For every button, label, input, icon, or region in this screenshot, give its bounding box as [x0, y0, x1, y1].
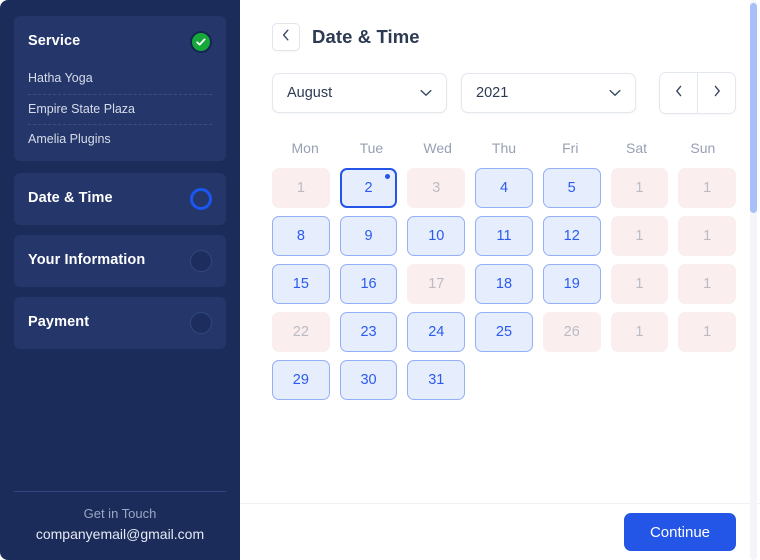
ring-icon: [190, 187, 212, 210]
calendar-day-empty: [611, 360, 669, 400]
main-footer: Continue: [240, 503, 760, 560]
calendar-day-available[interactable]: 8: [272, 216, 330, 256]
calendar-day-available[interactable]: 11: [475, 216, 533, 256]
sidebar-step-label: Payment: [28, 314, 90, 331]
sidebar-step-label: Your Information: [28, 252, 146, 269]
service-detail-item: Amelia Plugins: [28, 132, 111, 147]
chevron-left-icon: [675, 84, 683, 102]
calendar-day-disabled: 1: [610, 312, 669, 352]
weekday-label: Sat: [626, 140, 648, 156]
vertical-scrollbar-thumb[interactable]: [750, 3, 757, 213]
weekday-label: Fri: [562, 140, 579, 156]
calendar-day-available[interactable]: 19: [542, 264, 601, 304]
calendar-weekday-header: Mon Tue Wed Thu Fri Sat Sun: [272, 140, 736, 156]
calendar-day-disabled: 3: [407, 168, 466, 208]
calendar-day-available[interactable]: 15: [272, 264, 330, 304]
back-button[interactable]: [272, 23, 300, 51]
sidebar-step-label: Service: [28, 33, 81, 50]
calendar-day-disabled: 1: [678, 264, 736, 304]
calendar-day-disabled: 1: [610, 264, 669, 304]
sidebar-footer: Get in Touch companyemail@gmail.com: [14, 491, 226, 560]
weekday-label: Tue: [359, 140, 384, 156]
contact-email-link[interactable]: companyemail@gmail.com: [14, 526, 226, 542]
main-panel: Date & Time August 2021 Mon Tue Wed Thu …: [240, 0, 760, 560]
chevron-right-icon: [713, 84, 721, 102]
calendar-day-empty: [543, 360, 601, 400]
calendar-day-grid: 1 2 3 4 5 1 1 8 9 10 11 12 1 1 15 16 17 18 19 1 1 22 23 24 25 26 1…: [272, 168, 736, 400]
chevron-down-icon: [609, 84, 621, 102]
calendar-day-disabled: 17: [407, 264, 466, 304]
sidebar-step-your-information[interactable]: Your Information: [14, 234, 226, 287]
calendar-day-available[interactable]: 16: [339, 264, 398, 304]
month-nav-group: [659, 72, 736, 114]
previous-month-button[interactable]: [660, 73, 697, 113]
calendar-day-available[interactable]: 30: [339, 360, 398, 400]
booking-wizard: Service Hatha Yoga Empire State Plaza Am…: [0, 0, 760, 560]
step-header: Payment: [28, 309, 212, 337]
calendar-day-available[interactable]: 29: [272, 360, 330, 400]
sidebar-step-service[interactable]: Service Hatha Yoga Empire State Plaza Am…: [14, 16, 226, 161]
vertical-scrollbar-track[interactable]: [750, 0, 757, 560]
circle-icon: [190, 249, 212, 272]
step-header: Your Information: [28, 247, 212, 275]
circle-icon: [190, 311, 212, 334]
sidebar-step-date-time[interactable]: Date & Time: [14, 172, 226, 225]
get-in-touch-label: Get in Touch: [83, 506, 157, 521]
year-select-value: 2021: [476, 85, 509, 101]
calendar-day-available[interactable]: 23: [339, 312, 398, 352]
calendar-day-available[interactable]: 10: [407, 216, 466, 256]
calendar-day-available[interactable]: 9: [339, 216, 398, 256]
calendar-day-available[interactable]: 31: [407, 360, 466, 400]
main-body: August 2021 Mon Tue Wed Thu Fri Sat Sun …: [240, 58, 760, 503]
sidebar: Service Hatha Yoga Empire State Plaza Am…: [0, 0, 240, 560]
chevron-left-icon: [282, 28, 290, 46]
month-select[interactable]: August: [272, 73, 447, 113]
calendar-day-disabled: 22: [272, 312, 330, 352]
calendar-day-disabled: 1: [678, 168, 736, 208]
calendar-day-available[interactable]: 12: [542, 216, 601, 256]
calendar-day-disabled: 1: [678, 216, 736, 256]
service-detail-item: Hatha Yoga: [28, 64, 212, 95]
weekday-label: Thu: [491, 140, 517, 156]
availability-dot-icon: [385, 174, 391, 179]
calendar-day-available[interactable]: 18: [475, 264, 533, 304]
month-select-value: August: [287, 85, 333, 101]
year-select[interactable]: 2021: [461, 73, 636, 113]
calendar-day-disabled: 1: [272, 168, 330, 208]
calendar-day-selected[interactable]: 2: [339, 168, 398, 208]
main-header: Date & Time: [240, 0, 760, 58]
calendar-day-empty: [475, 360, 533, 400]
page-title: Date & Time: [312, 26, 420, 47]
calendar-day-disabled: 1: [610, 168, 669, 208]
chevron-down-icon: [420, 84, 432, 102]
weekday-label: Wed: [423, 140, 452, 156]
calendar-controls: August 2021: [272, 72, 736, 114]
calendar-day-available[interactable]: 4: [475, 168, 533, 208]
calendar-day-disabled: 1: [678, 312, 736, 352]
continue-button[interactable]: Continue: [623, 513, 736, 551]
step-header: Date & Time: [28, 185, 212, 213]
check-circle-icon: [190, 31, 212, 53]
calendar-day-disabled: 26: [542, 312, 601, 352]
service-detail-list: Hatha Yoga Empire State Plaza Amelia Plu…: [28, 64, 212, 151]
sidebar-step-payment[interactable]: Payment: [14, 296, 226, 349]
step-header: Service: [28, 28, 212, 56]
weekday-label: Mon: [291, 140, 319, 156]
calendar-day-available[interactable]: 24: [407, 312, 466, 352]
calendar-day-available[interactable]: 5: [542, 168, 601, 208]
calendar-day-available[interactable]: 25: [475, 312, 533, 352]
calendar-day-disabled: 1: [610, 216, 669, 256]
calendar-day-empty: [678, 360, 736, 400]
weekday-label: Sun: [690, 140, 716, 156]
next-month-button[interactable]: [697, 73, 735, 113]
sidebar-step-label: Date & Time: [28, 190, 113, 207]
service-detail-item: Empire State Plaza: [28, 95, 212, 126]
